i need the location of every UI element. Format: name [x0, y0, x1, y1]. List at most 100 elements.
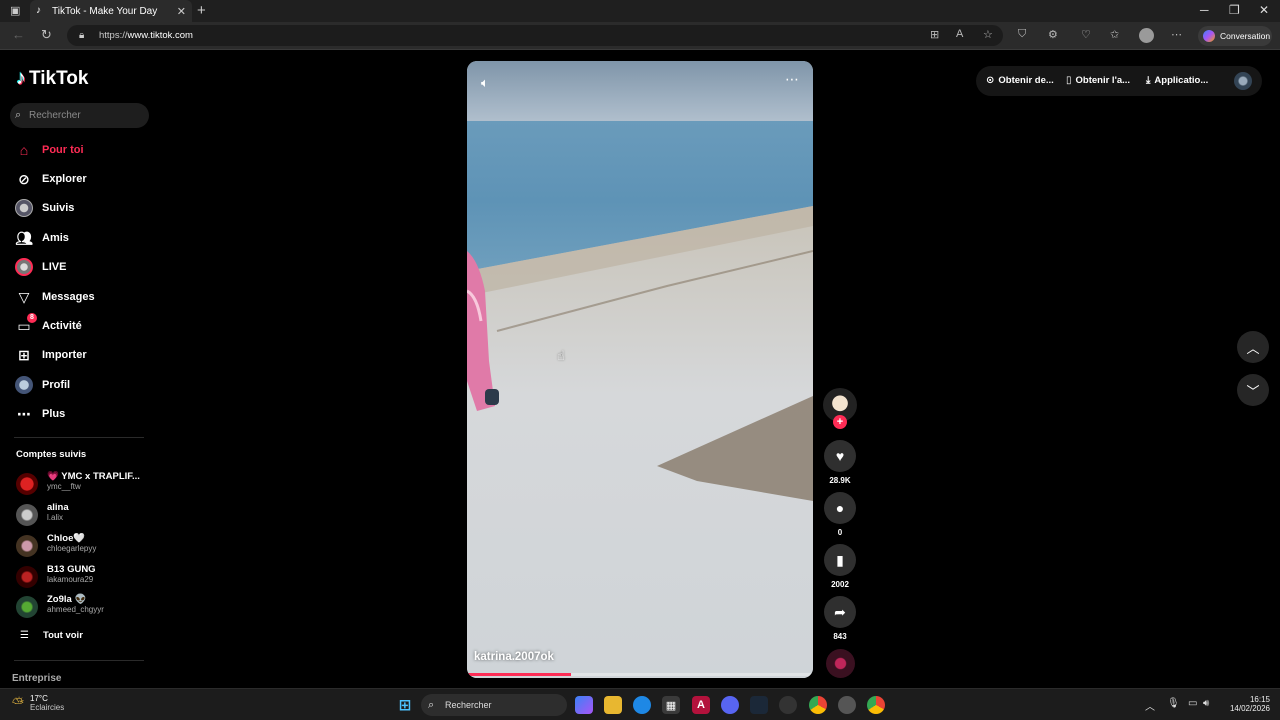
copilot-conversation-button[interactable]: Conversation	[1198, 26, 1272, 46]
favorites-icon[interactable]: ✩	[1110, 28, 1119, 41]
footer-entreprise[interactable]: Entreprise	[12, 673, 61, 684]
music-disc[interactable]	[826, 649, 855, 678]
see-all-link[interactable]: ☰ Tout voir	[20, 630, 83, 641]
window-close-icon[interactable]: ✕	[1259, 3, 1269, 17]
avatar	[16, 596, 38, 618]
weather-desc: Eclaircies	[30, 703, 65, 712]
discord-icon[interactable]	[721, 696, 739, 714]
followed-account[interactable]: alina l.alix	[16, 502, 156, 528]
store-icon[interactable]: ▦	[662, 696, 680, 714]
previous-video-button[interactable]: ︿	[1237, 331, 1269, 363]
edge-icon[interactable]	[633, 696, 651, 714]
tiktok-logo[interactable]: ♪ TikTok	[16, 67, 88, 90]
get-coins-button[interactable]: ⊙ Obtenir de...	[986, 75, 1054, 86]
mute-icon[interactable]: 🔈︎	[481, 75, 489, 91]
nav-label: Amis	[42, 232, 69, 244]
follow-plus-icon[interactable]: +	[833, 415, 847, 429]
close-tab-icon[interactable]: ✕	[177, 5, 186, 18]
favorite-star-icon[interactable]: ☆	[983, 28, 993, 41]
show-hidden-icons-icon[interactable]: ︿	[1145, 698, 1155, 713]
browser-essentials-icon[interactable]: ♡	[1081, 28, 1091, 41]
nav-pour-toi[interactable]: ⌂ Pour toi	[14, 139, 84, 161]
volume-icon[interactable]: 🔊︎	[1203, 698, 1209, 709]
avatar	[16, 535, 38, 557]
nav-live[interactable]: LIVE	[14, 256, 66, 278]
nav-label: Pour toi	[42, 144, 84, 156]
microphone-icon[interactable]: 🎙︎	[1167, 698, 1180, 709]
tiktok-icon: ♪	[36, 5, 41, 16]
nav-suivis[interactable]: Suivis	[14, 197, 74, 219]
back-icon[interactable]: ←	[12, 27, 25, 42]
restore-icon[interactable]: ❐	[1229, 3, 1240, 17]
read-aloud-icon[interactable]: A	[956, 28, 963, 40]
nav-label: Activité	[42, 320, 82, 332]
video-author[interactable]: katrina.2007ok	[474, 651, 554, 663]
video-player[interactable]: 🔈︎ ⋯ katrina.2007ok	[467, 61, 813, 678]
followed-account[interactable]: Zo9la 👽 ahmeed_chgyyr	[16, 594, 156, 620]
nav-amis[interactable]: 👥︎ Amis	[14, 227, 69, 249]
tab-actions-icon[interactable]: ▣	[10, 4, 20, 17]
nav-activite[interactable]: ▭ 8 Activité	[14, 313, 82, 337]
upload-icon: ⊞	[18, 346, 30, 363]
followed-account[interactable]: Chloe🤍 chloegarlepyy	[16, 533, 156, 559]
windows-start-icon[interactable]: ⊞	[396, 696, 414, 714]
acrobat-icon[interactable]: A	[692, 696, 710, 714]
nav-importer[interactable]: ⊞ Importer	[14, 344, 87, 366]
chrome-icon[interactable]	[867, 696, 885, 714]
search-placeholder: Rechercher	[29, 110, 81, 121]
file-explorer-icon[interactable]	[604, 696, 622, 714]
new-tab-icon[interactable]: +	[197, 2, 206, 19]
home-icon: ⌂	[19, 142, 29, 158]
shield-icon[interactable]: ⛉	[1018, 28, 1026, 41]
comment-button[interactable]: ●	[824, 492, 856, 524]
settings-more-icon[interactable]: ⋯	[1171, 28, 1182, 41]
share-count: 843	[833, 632, 847, 641]
get-coins-label: Obtenir de...	[998, 75, 1054, 86]
video-progress-bar[interactable]	[467, 673, 813, 676]
app-icon[interactable]	[779, 696, 797, 714]
tiktok-note-icon: ♪	[16, 67, 26, 89]
logo-text: TikTok	[29, 67, 89, 89]
followed-account[interactable]: B13 GUNG lakamoura29	[16, 564, 156, 590]
save-button[interactable]: ▮	[824, 544, 856, 576]
nav-profil[interactable]: Profil	[14, 374, 70, 396]
nav-plus[interactable]: ⋯ Plus	[14, 403, 65, 425]
profile-icon[interactable]	[1139, 28, 1154, 43]
bookmark-icon: ▮	[836, 551, 844, 568]
application-button[interactable]: ⤓ Applicatio...	[1146, 75, 1208, 86]
phone-icon: ▯	[1066, 75, 1072, 86]
comment-count: 0	[837, 528, 843, 537]
weather-widget[interactable]: ⛅︎ 17°C Eclaircies	[12, 694, 64, 712]
save-count: 2002	[831, 580, 849, 589]
url-field[interactable]: 🔒︎ https://www.tiktok.com	[67, 25, 1003, 46]
search-input[interactable]: ⌕ Rechercher	[10, 103, 149, 128]
browser-tab[interactable]: ♪ TikTok - Make Your Day ✕	[30, 0, 192, 22]
nav-label: Explorer	[42, 173, 87, 185]
network-icon[interactable]: ▭	[1188, 698, 1197, 709]
video-more-icon[interactable]: ⋯	[785, 71, 800, 88]
windows-taskbar: ⛅︎ 17°C Eclaircies ⊞ ⌕ Rechercher ▦ A ︿ …	[0, 688, 1280, 720]
settings-gear-icon[interactable]	[838, 696, 856, 714]
nav-explorer[interactable]: ⊘ Explorer	[14, 168, 87, 190]
refresh-icon[interactable]: ↻	[41, 27, 52, 43]
url-scheme: https://	[99, 30, 128, 41]
minimize-icon[interactable]: ─	[1200, 3, 1209, 17]
user-avatar[interactable]	[1234, 72, 1252, 90]
nav-messages[interactable]: ▽ Messages	[14, 286, 95, 308]
extensions-icon[interactable]: ⚙	[1048, 28, 1058, 41]
share-button[interactable]: ➦	[824, 596, 856, 628]
followed-account[interactable]: 💗 YMC x TRAPLIF... ymc__ftw	[16, 471, 156, 497]
account-username: ymc__ftw	[47, 482, 81, 491]
app-available-icon[interactable]: ⊞	[930, 28, 939, 41]
chrome-icon[interactable]	[809, 696, 827, 714]
inbox-icon: ▭ 8	[14, 313, 37, 336]
steam-icon[interactable]	[750, 696, 768, 714]
copilot-app-icon[interactable]	[575, 696, 593, 714]
get-app-button[interactable]: ▯ Obtenir l'a...	[1066, 75, 1130, 86]
next-video-button[interactable]: ﹀	[1237, 374, 1269, 406]
url-host: www.tiktok.com	[127, 30, 193, 41]
like-button[interactable]: ♥	[824, 440, 856, 472]
divider	[14, 660, 144, 661]
taskbar-search[interactable]: ⌕ Rechercher	[421, 694, 567, 716]
system-clock[interactable]: 16:15 14/02/2026	[1222, 695, 1270, 713]
